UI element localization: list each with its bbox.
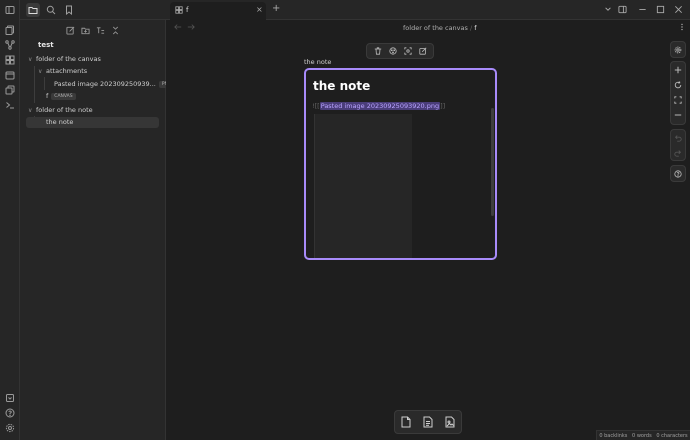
breadcrumb-folder[interactable]: folder of the canvas: [403, 24, 468, 32]
breadcrumb-file[interactable]: f: [474, 24, 476, 32]
canvas-icon: [175, 6, 183, 14]
char-count: 0 characters: [656, 432, 688, 439]
breadcrumb: folder of the canvas / f: [403, 24, 477, 32]
image-preview: [314, 114, 412, 258]
chevron-down-icon: ∨: [28, 56, 33, 63]
close-window-icon[interactable]: [674, 5, 683, 16]
help-icon[interactable]: [671, 166, 685, 181]
terminal-icon[interactable]: [4, 99, 16, 111]
help-group: [670, 165, 686, 182]
tree-file-canvas[interactable]: f CANVAS: [46, 91, 76, 102]
tab-f[interactable]: f ×: [170, 2, 266, 20]
zoom-out-icon[interactable]: [671, 107, 685, 122]
node-toolbar: [366, 43, 434, 59]
more-options-icon[interactable]: [678, 23, 686, 33]
folder-icon[interactable]: [26, 3, 40, 17]
new-tab-button[interactable]: +: [272, 3, 280, 14]
redo-icon[interactable]: [671, 145, 685, 160]
right-sidebar-toggle-icon[interactable]: [618, 5, 627, 16]
file-explorer-sidebar: test ∨ folder of the canvas ∨ attachments …: [20, 0, 175, 440]
gear-icon[interactable]: [671, 42, 685, 57]
chevron-down-icon[interactable]: [604, 5, 612, 15]
chevron-down-icon: ∨: [38, 68, 43, 75]
word-count: 0 words: [632, 432, 652, 439]
history-controls: [670, 129, 686, 161]
new-folder-icon[interactable]: [79, 24, 91, 36]
file-type-badge: CANVAS: [51, 92, 76, 100]
tree-file-pasted-image[interactable]: Pasted image 202309250939...PNG: [54, 79, 175, 90]
zoom-controls: [670, 61, 686, 125]
forward-arrow-icon[interactable]: [187, 23, 195, 33]
new-note-icon[interactable]: [64, 24, 76, 36]
back-arrow-icon[interactable]: [174, 23, 182, 33]
settings-icon[interactable]: [4, 422, 16, 434]
tree-folder-note[interactable]: ∨ folder of the note: [28, 105, 93, 116]
tree-file-the-note[interactable]: the note: [46, 117, 73, 128]
edit-icon[interactable]: [417, 45, 429, 57]
trash-icon[interactable]: [372, 45, 384, 57]
help-icon[interactable]: [4, 407, 16, 419]
tab-label: f: [186, 6, 189, 14]
reset-zoom-icon[interactable]: [671, 77, 685, 92]
scrollbar[interactable]: [491, 108, 494, 216]
vault-name: test: [38, 41, 54, 49]
tree-folder-attachments[interactable]: ∨ attachments: [38, 66, 87, 77]
fit-icon[interactable]: [671, 92, 685, 107]
zoom-in-icon[interactable]: [671, 62, 685, 77]
maximize-icon[interactable]: [656, 5, 665, 16]
vault-icon[interactable]: [4, 392, 16, 404]
image-embed-link[interactable]: ![[Pasted image 20230925093920.png]]: [312, 102, 445, 110]
canvas-settings-group: [670, 41, 686, 58]
collapse-all-icon[interactable]: [109, 24, 121, 36]
zoom-to-fit-icon[interactable]: [402, 45, 414, 57]
backlinks-count[interactable]: 0 backlinks: [599, 433, 627, 439]
graph-icon[interactable]: [4, 39, 16, 51]
add-card-icon[interactable]: [399, 415, 413, 429]
copy-icon[interactable]: [4, 84, 16, 96]
add-media-icon[interactable]: [443, 415, 457, 429]
minimize-icon[interactable]: [638, 5, 647, 16]
undo-icon[interactable]: [671, 130, 685, 145]
view-header: folder of the canvas / f: [166, 20, 690, 36]
chevron-down-icon: ∨: [28, 107, 33, 114]
sort-icon[interactable]: [94, 24, 106, 36]
tree-folder-canvas[interactable]: ∨ folder of the canvas: [28, 54, 101, 65]
node-label: the note: [304, 58, 332, 66]
canvas-node-the-note[interactable]: the note ![[Pasted image 20230925093920.…: [304, 68, 497, 260]
close-icon[interactable]: ×: [256, 5, 263, 14]
node-title: the note: [313, 79, 371, 93]
sidebar-tab-header: [20, 0, 166, 20]
add-note-icon[interactable]: [421, 415, 435, 429]
search-icon[interactable]: [44, 3, 58, 17]
palette-icon[interactable]: [387, 45, 399, 57]
bookmark-icon[interactable]: [62, 3, 76, 17]
left-ribbon: [0, 0, 20, 440]
canvas-icon[interactable]: [4, 54, 16, 66]
sidebar-toggle-icon[interactable]: [4, 4, 16, 16]
status-bar: 0 backlinks 0 words 0 characters: [596, 430, 690, 440]
tab-bar: f × +: [166, 0, 690, 20]
add-card-toolbar: [394, 410, 462, 434]
calendar-icon[interactable]: [4, 69, 16, 81]
files-icon[interactable]: [4, 24, 16, 36]
